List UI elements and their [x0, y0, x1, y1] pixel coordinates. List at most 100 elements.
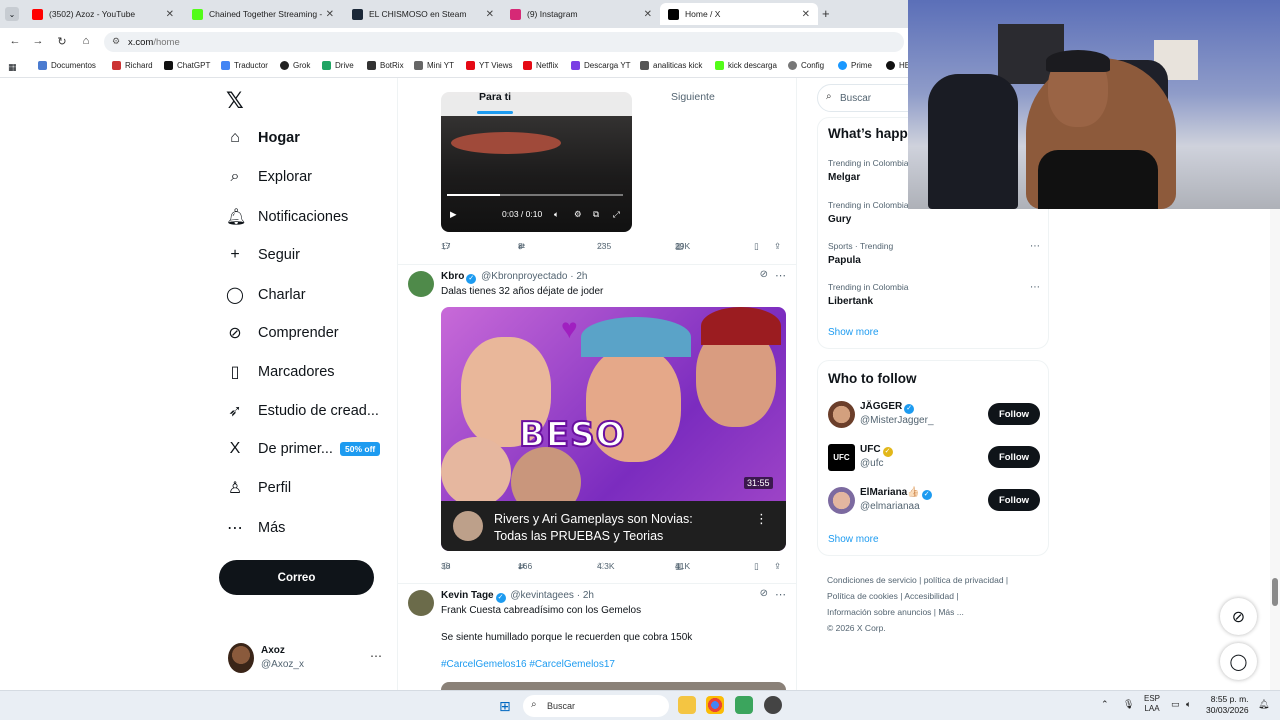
avatar[interactable]: [408, 590, 434, 616]
close-icon[interactable]: ✕: [166, 9, 174, 20]
author-handle[interactable]: @kevintagees: [510, 590, 574, 601]
gear-icon[interactable]: ⚙: [574, 209, 582, 220]
picture-in-picture-icon[interactable]: ⧉: [593, 209, 599, 220]
grok-float-button[interactable]: ⊘: [1220, 598, 1257, 635]
network-icon[interactable]: ▭: [1171, 699, 1180, 710]
more-icon[interactable]: ⋯: [1030, 282, 1040, 293]
trend-item[interactable]: Sports · Trending Papula ⋯: [828, 241, 1040, 266]
follow-button[interactable]: Follow: [988, 403, 1040, 425]
tray-overflow-icon[interactable]: ⌃: [1101, 699, 1109, 710]
tab-steam[interactable]: EL CHISMOSO en Steam ✕: [344, 3, 502, 25]
back-icon[interactable]: ←: [8, 35, 22, 47]
close-icon[interactable]: ✕: [802, 9, 810, 20]
tab-instagram[interactable]: (9) Instagram ✕: [502, 3, 660, 25]
follow-suggestion[interactable]: JÄGGER ✓ @MisterJagger_ Follow: [828, 399, 1040, 433]
show-more-link[interactable]: Show more: [828, 534, 879, 545]
sidebar-item-explore[interactable]: ⌕ Explorar: [226, 168, 312, 186]
fullscreen-icon[interactable]: ⤢: [613, 209, 620, 220]
footer-link[interactable]: Política de cookies | Accesibilidad |: [827, 588, 1049, 604]
play-icon[interactable]: ▶: [450, 209, 457, 220]
reload-icon[interactable]: ↻: [55, 35, 69, 48]
tab-x-home[interactable]: Home / X ✕: [660, 3, 818, 25]
bookmark-icon[interactable]: ▯: [754, 561, 759, 572]
taskbar-clock[interactable]: 8:55 p. m. 30/03/2026: [1206, 694, 1249, 716]
post-image[interactable]: [441, 682, 786, 690]
bookmark-icon[interactable]: ▯: [754, 241, 759, 252]
x-logo[interactable]: 𝕏: [226, 88, 244, 114]
post-image[interactable]: ♥ BESO 31:55 Rivers y Ari Gameplays son …: [441, 307, 786, 551]
share-icon[interactable]: ⇪: [774, 241, 781, 252]
post-time[interactable]: 2h: [576, 271, 587, 282]
sidebar-item-bookmarks[interactable]: ▯ Marcadores: [226, 362, 335, 382]
new-tab-button[interactable]: +: [822, 6, 830, 21]
tab-kick[interactable]: Chained Together Streaming - ✕: [184, 3, 342, 25]
close-icon[interactable]: ✕: [486, 9, 494, 20]
app-icon[interactable]: [764, 696, 782, 714]
close-icon[interactable]: ✕: [644, 9, 652, 20]
tab-following[interactable]: Siguiente: [671, 91, 715, 103]
sidebar-item-follow[interactable]: + Seguir: [226, 246, 300, 264]
bookmark-item[interactable]: Richard: [112, 61, 153, 70]
notifications-icon[interactable]: 🔔︎: [1258, 699, 1269, 710]
site-info-icon[interactable]: ⚙: [112, 36, 120, 47]
follow-suggestion[interactable]: UFC UFC ✓ @ufc Follow: [828, 442, 1040, 476]
sidebar-item-profile[interactable]: ♙ Perfil: [226, 478, 291, 498]
url-field[interactable]: ⚙ x.com/home: [104, 32, 904, 52]
more-icon[interactable]: ⋯: [775, 588, 786, 601]
tab-search-button[interactable]: ⌄: [5, 7, 19, 21]
post-button[interactable]: Correo: [219, 560, 374, 595]
chrome-icon[interactable]: [706, 696, 724, 714]
follow-button[interactable]: Follow: [988, 446, 1040, 468]
grok-icon[interactable]: ⊘: [760, 588, 768, 599]
language-indicator[interactable]: ESP LAA: [1144, 694, 1160, 714]
bookmark-item[interactable]: YT Views: [466, 61, 513, 70]
bookmark-item[interactable]: Mini YT: [414, 61, 454, 70]
follow-suggestion[interactable]: ElMariana👍🏻 ✓ @elmarianaa Follow: [828, 485, 1040, 519]
bookmark-item[interactable]: Descarga YT: [571, 61, 631, 70]
footer-link[interactable]: Condiciones de servicio | política de pr…: [827, 572, 1049, 588]
more-icon[interactable]: ⋯: [775, 269, 786, 282]
bookmark-item[interactable]: Config: [788, 61, 824, 70]
bookmark-item[interactable]: HE: [886, 61, 910, 70]
sidebar-item-creator-studio[interactable]: ➶ Estudio de cread...: [226, 401, 379, 421]
trend-item[interactable]: Trending in Colombia Libertank ⋯: [828, 282, 1040, 307]
video-progress-bar[interactable]: [447, 194, 623, 196]
microphone-icon[interactable]: 🎙︎: [1123, 699, 1134, 710]
bookmark-item[interactable]: Grok: [280, 61, 310, 70]
author-name[interactable]: Kevin Tage: [441, 590, 494, 601]
sidebar-item-chat[interactable]: ◯ Charlar: [226, 285, 306, 305]
sidebar-item-more[interactable]: ⋯ Más: [226, 518, 285, 538]
forward-icon[interactable]: →: [31, 35, 45, 47]
sidebar-item-grok[interactable]: ⊘ Comprender: [226, 323, 338, 343]
sidebar-item-premium[interactable]: X De primer...: [226, 440, 333, 458]
sidebar-item-notifications[interactable]: 🔔︎ Notificaciones: [226, 207, 348, 227]
bookmark-item[interactable]: Drive: [322, 61, 354, 70]
account-switcher[interactable]: Axoz @Axoz_x ⋯: [228, 643, 388, 675]
tab-for-you[interactable]: Para ti: [479, 91, 511, 103]
taskbar-search[interactable]: ⌕ Buscar: [523, 695, 669, 717]
apps-grid-icon[interactable]: ▦: [8, 62, 17, 73]
bookmark-item[interactable]: ChatGPT: [164, 61, 210, 70]
share-icon[interactable]: ⇪: [774, 561, 781, 572]
close-icon[interactable]: ✕: [326, 9, 334, 20]
tab-youtube[interactable]: (3502) Azoz - YouTube ✕: [24, 3, 182, 25]
post[interactable]: Kbro ✓ @Kbronproyectado · 2h ⊘ ⋯ Dalas ti…: [398, 264, 796, 582]
post-hashtags[interactable]: #CarcelGemelos16 #CarcelGemelos17: [441, 659, 615, 670]
windows-start-icon[interactable]: ⊞: [499, 698, 511, 715]
sidebar-item-home[interactable]: ⌂ Hogar: [226, 129, 300, 147]
more-icon[interactable]: ⋯: [1030, 241, 1040, 252]
more-vertical-icon[interactable]: ⋮: [755, 511, 768, 527]
footer-link[interactable]: Información sobre anuncios | Más ...: [827, 604, 1049, 620]
grok-icon[interactable]: ⊘: [760, 269, 768, 280]
bookmark-item[interactable]: Netflix: [523, 61, 558, 70]
bookmark-item[interactable]: BotRix: [367, 61, 404, 70]
file-explorer-icon[interactable]: [678, 696, 696, 714]
bookmark-item[interactable]: Traductor: [221, 61, 268, 70]
post-time[interactable]: 2h: [583, 590, 594, 601]
avatar[interactable]: [408, 271, 434, 297]
bookmark-item[interactable]: Documentos: [38, 61, 96, 70]
home-icon[interactable]: ⌂: [79, 35, 93, 47]
volume-icon[interactable]: 🔈︎: [1186, 699, 1191, 710]
messages-float-button[interactable]: ◯: [1220, 643, 1257, 680]
author-handle[interactable]: @Kbronproyectado: [481, 271, 567, 282]
